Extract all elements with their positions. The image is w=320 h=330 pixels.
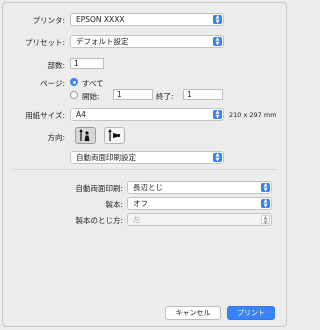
print-button[interactable]: プリント <box>227 306 275 320</box>
binding-edge-label: 製本のとじ方: <box>75 216 123 225</box>
pages-to-field[interactable]: 1 <box>183 89 223 100</box>
printer-select[interactable]: EPSON XXXX ▲ ▼ <box>70 13 224 26</box>
binding-select[interactable]: オフ ▲ ▼ <box>127 197 272 210</box>
duplex-value: 長辺とじ <box>133 183 163 192</box>
pages-all-radio[interactable] <box>70 78 78 86</box>
chevron-updown-icon: ▲ ▼ <box>261 199 270 208</box>
printer-value: EPSON XXXX <box>76 15 125 24</box>
paper-dimensions: 210 x 297 mm <box>229 111 277 119</box>
copies-field[interactable]: 1 <box>70 58 104 69</box>
pages-all-label: すべて <box>82 79 104 88</box>
pages-from-label: 開始: <box>82 92 100 101</box>
pages-from-field[interactable]: 1 <box>113 89 153 100</box>
section-value: 自動両面印刷設定 <box>76 153 136 162</box>
chevron-updown-icon: ▲ ▼ <box>213 110 222 119</box>
pages-label: ページ: <box>40 79 65 88</box>
binding-value: オフ <box>133 199 148 208</box>
duplex-label: 自動両面印刷: <box>75 184 123 193</box>
landscape-button[interactable] <box>104 127 125 144</box>
binding-edge-value: 左 <box>133 215 141 224</box>
divider <box>13 169 276 170</box>
chevron-updown-icon: ▲ ▼ <box>213 15 222 24</box>
chevron-updown-icon: ▲ ▼ <box>213 153 222 162</box>
portrait-button[interactable] <box>75 127 96 144</box>
chevron-updown-icon: ▲ ▼ <box>213 37 222 46</box>
pages-range-radio[interactable] <box>70 91 78 99</box>
binding-edge-select: 左 ▲ ▼ <box>127 213 272 226</box>
paper-select[interactable]: A4 ▲ ▼ <box>70 108 224 121</box>
print-dialog: プリンタ: EPSON XXXX ▲ ▼ プリセット: デフォルト設定 ▲ ▼ 部数… <box>2 2 287 327</box>
printer-label: プリンタ: <box>32 16 65 25</box>
binding-label: 製本: <box>105 200 123 209</box>
chevron-updown-icon: ▲ ▼ <box>261 215 270 225</box>
orientation-label: 方向: <box>47 133 65 142</box>
pages-to-label: 終了: <box>156 92 174 101</box>
paper-value: A4 <box>76 110 86 119</box>
portrait-icon <box>79 129 90 141</box>
chevron-updown-icon: ▲ ▼ <box>261 183 270 192</box>
cancel-button[interactable]: キャンセル <box>165 306 221 320</box>
landscape-icon <box>108 129 121 141</box>
preset-value: デフォルト設定 <box>76 37 129 46</box>
section-select[interactable]: 自動両面印刷設定 ▲ ▼ <box>70 151 224 164</box>
duplex-select[interactable]: 長辺とじ ▲ ▼ <box>127 181 272 194</box>
preset-select[interactable]: デフォルト設定 ▲ ▼ <box>70 35 224 48</box>
paper-label: 用紙サイズ: <box>25 111 65 120</box>
preset-label: プリセット: <box>24 38 65 47</box>
copies-label: 部数: <box>47 61 65 70</box>
